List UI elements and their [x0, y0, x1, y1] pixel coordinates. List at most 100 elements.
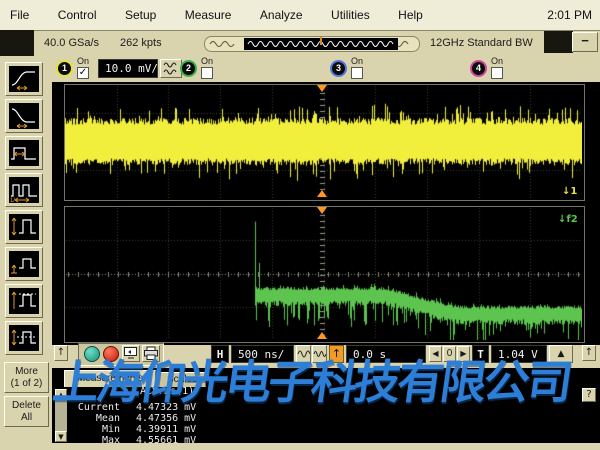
channel-3-on-checkbox[interactable]: [351, 67, 363, 79]
clock: 2:01 PM: [547, 8, 592, 22]
channel-1-on-label: On: [77, 56, 89, 66]
more-measurements-button[interactable]: More (1 of 2): [4, 362, 49, 393]
channel-4-on-label: On: [491, 56, 503, 66]
channel-1-ground-marker[interactable]: ↓1: [562, 186, 577, 197]
delete-all-button[interactable]: Delete All: [4, 396, 49, 427]
function-2-waveform: [65, 207, 582, 340]
channel-2-on-checkbox[interactable]: [201, 67, 213, 79]
channel-1-waveform: [65, 85, 582, 198]
measurement-value: 4.47356 mV: [136, 413, 196, 424]
menu-help[interactable]: Help: [398, 0, 423, 22]
trigger-position-button[interactable]: ↑: [329, 345, 344, 363]
channel-3-on-label: On: [351, 56, 363, 66]
zoom-out-wave-button[interactable]: [296, 345, 311, 363]
more-button-line2: (1 of 2): [5, 378, 48, 390]
measurement-row: Mean 4.47356 mV: [52, 413, 196, 424]
zero-delay-button[interactable]: 0: [443, 346, 456, 362]
delay-display[interactable]: 0.0 s: [346, 345, 426, 363]
measure-base-button[interactable]: [5, 247, 43, 281]
timebase-display[interactable]: 500 ns/: [231, 345, 294, 363]
tab-scales[interactable]: Scales: [158, 372, 206, 387]
menu-analyze[interactable]: Analyze: [260, 0, 303, 22]
tab-measurements[interactable]: Measurements: [64, 370, 156, 387]
channel-1-coupling-button[interactable]: [160, 59, 182, 78]
sample-rate-readout: 40.0 GSa/s: [44, 37, 99, 49]
measure-plus-width-button[interactable]: [5, 136, 43, 170]
run-button[interactable]: [84, 346, 100, 362]
trigger-level-display[interactable]: 1.04 V: [491, 345, 547, 363]
channel-1-on-checkbox[interactable]: ✓: [77, 67, 89, 79]
help-button[interactable]: ?: [582, 388, 596, 402]
grid-panel-bottom[interactable]: [64, 206, 585, 343]
measure-top-button[interactable]: [5, 284, 43, 318]
menu-bar: File Control Setup Measure Analyze Utili…: [0, 0, 600, 31]
function-2-ground-marker[interactable]: ↓f2: [558, 214, 578, 225]
measure-rise-time-button[interactable]: [5, 62, 43, 96]
measurement-value: 4.55661 mV: [136, 435, 196, 446]
trigger-marker-icon[interactable]: [317, 190, 327, 197]
channel-4-on-checkbox[interactable]: [491, 67, 503, 79]
scroll-up-button[interactable]: ▲: [55, 389, 67, 400]
measurement-row: Current 4.47323 mV: [52, 402, 196, 413]
coupling-waves-icon: [161, 60, 181, 77]
plus-width-icon: [9, 140, 39, 166]
channel-4-button[interactable]: 4: [470, 60, 487, 77]
channel-1-scale-display[interactable]: 10.0 mV/: [98, 59, 158, 78]
channel-3-button[interactable]: 3: [330, 60, 347, 77]
marker-up-right-button[interactable]: ↑: [582, 345, 596, 361]
measurement-label: Max: [52, 435, 120, 446]
trigger-marker-top-icon[interactable]: [317, 85, 327, 92]
trigger-level-up-button[interactable]: ▲: [549, 345, 573, 363]
amplitude-icon: [9, 214, 39, 240]
trigger-button[interactable]: T: [472, 345, 489, 363]
wide-wave-icon: [297, 346, 310, 362]
bandwidth-readout: 12GHz Standard BW: [430, 37, 533, 49]
pan-right-button[interactable]: ▶: [457, 346, 470, 362]
trigger-marker-bottom-icon[interactable]: [317, 332, 327, 339]
measurement-value: 4.39911 mV: [136, 424, 196, 435]
grid-panel-top[interactable]: [64, 84, 585, 201]
memory-depth-readout: 262 kpts: [120, 37, 162, 49]
clear-display-button[interactable]: [122, 345, 140, 362]
stop-button[interactable]: [103, 346, 119, 362]
screen-icon: [123, 346, 139, 361]
delete-button-line1: Delete: [5, 400, 48, 412]
channel-1-button[interactable]: 1: [56, 60, 73, 77]
more-button-line1: More: [5, 366, 48, 378]
channel-2-button[interactable]: 2: [180, 60, 197, 77]
menu-measure[interactable]: Measure: [185, 0, 232, 22]
measure-fall-time-button[interactable]: [5, 99, 43, 133]
pan-left-button[interactable]: ◀: [429, 346, 442, 362]
narrow-wave-icon: [313, 346, 326, 362]
minimize-button[interactable]: −: [572, 32, 598, 52]
measurement-row: Min4.39911 mV: [52, 424, 196, 435]
oscilloscope-application: File Control Setup Measure Analyze Utili…: [0, 0, 600, 450]
measurement-label: Current: [52, 402, 120, 413]
memory-bar[interactable]: [204, 36, 420, 52]
channel-2-on-label: On: [201, 56, 213, 66]
menu-utilities[interactable]: Utilities: [331, 0, 370, 22]
horizontal-button[interactable]: H: [211, 345, 229, 363]
delete-button-line2: All: [5, 412, 48, 424]
measurement-label: Mean: [52, 413, 120, 424]
measure-average-button[interactable]: [5, 321, 43, 355]
measure-amplitude-button[interactable]: [5, 210, 43, 244]
trigger-marker-icon[interactable]: [317, 207, 327, 214]
top-icon: [9, 288, 39, 314]
menu-file[interactable]: File: [10, 0, 29, 22]
rise-time-icon: [9, 66, 39, 92]
zoom-in-wave-button[interactable]: [312, 345, 327, 363]
printer-icon: [143, 346, 159, 361]
menu-setup[interactable]: Setup: [125, 0, 156, 22]
measurement-value: 4.47323 mV: [136, 402, 196, 413]
frame-corner: [0, 30, 34, 56]
menu-control[interactable]: Control: [58, 0, 97, 22]
measurement-row: Max 4.55661 mV: [52, 435, 196, 446]
frame-notch: [544, 31, 573, 53]
measure-frequency-button[interactable]: 1/: [5, 173, 43, 207]
fall-time-icon: [9, 103, 39, 129]
memory-bar-graphic: [204, 36, 420, 52]
measurement-column-header: ACVrms(1): [140, 386, 194, 397]
print-button[interactable]: [142, 345, 160, 362]
marker-up-left-button[interactable]: ↑: [54, 345, 68, 361]
